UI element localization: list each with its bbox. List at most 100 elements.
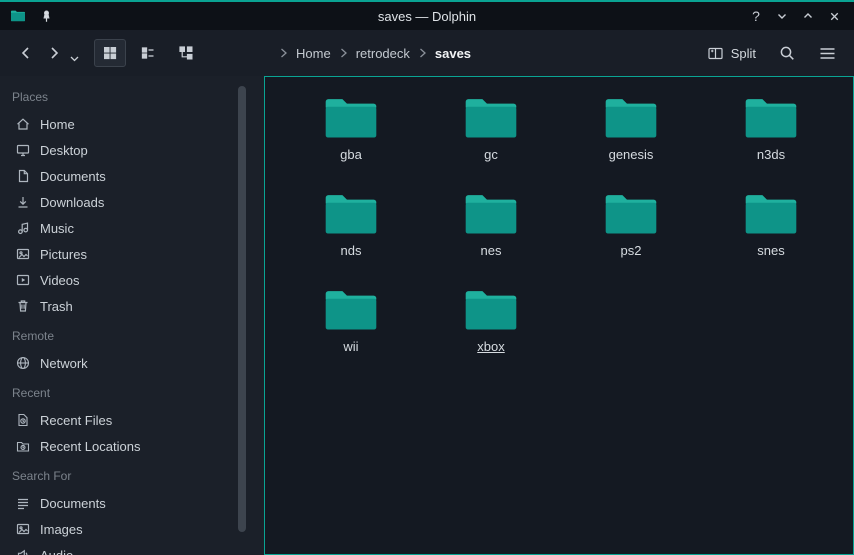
breadcrumb-item-saves[interactable]: saves <box>435 46 471 61</box>
breadcrumb: Home retrodeck saves <box>280 46 471 61</box>
breadcrumb-item-home[interactable]: Home <box>296 46 331 61</box>
desktop-icon <box>15 142 31 158</box>
sidebar-item-label: Documents <box>40 496 106 511</box>
view-mode-group <box>94 39 202 67</box>
sidebar-item-label: Pictures <box>40 247 87 262</box>
breadcrumb-separator-icon <box>280 48 287 58</box>
sidebar-item-label: Downloads <box>40 195 104 210</box>
trash-icon <box>15 298 31 314</box>
folder-item-gc[interactable]: gc <box>421 89 561 185</box>
download-icon <box>15 194 31 210</box>
places-panel: Places Home Desktop Documents Downloads … <box>0 76 238 555</box>
sidebar-item-music[interactable]: Music <box>0 215 238 241</box>
section-label-recent: Recent <box>0 376 238 407</box>
sidebar-item-label: Videos <box>40 273 80 288</box>
toolbar-right: Split <box>701 38 842 68</box>
back-button[interactable] <box>12 38 40 68</box>
sidebar-item-label: Recent Locations <box>40 439 140 454</box>
breadcrumb-item-retrodeck[interactable]: retrodeck <box>356 46 410 61</box>
sidebar-item-search-audio[interactable]: Audio <box>0 542 238 555</box>
maximize-button[interactable] <box>798 6 818 26</box>
sidebar-item-pictures[interactable]: Pictures <box>0 241 238 267</box>
sidebar-scrollbar[interactable] <box>238 76 248 555</box>
folder-icon <box>322 95 380 142</box>
sidebar-item-documents[interactable]: Documents <box>0 163 238 189</box>
sidebar-item-downloads[interactable]: Downloads <box>0 189 238 215</box>
details-view-button[interactable] <box>132 39 164 67</box>
minimize-button[interactable] <box>772 6 792 26</box>
recent-files-icon <box>15 412 31 428</box>
sidebar-item-label: Trash <box>40 299 73 314</box>
sidebar-item-label: Network <box>40 356 88 371</box>
folder-icon <box>602 191 660 238</box>
folder-icon <box>602 95 660 142</box>
video-icon <box>15 272 31 288</box>
folder-label: ps2 <box>621 243 642 258</box>
scrollbar-thumb[interactable] <box>238 86 246 532</box>
window-title: saves — Dolphin <box>0 9 854 24</box>
picture-icon <box>15 246 31 262</box>
breadcrumb-separator-icon <box>340 48 347 58</box>
folder-item-xbox[interactable]: xbox <box>421 281 561 377</box>
speaker-icon <box>15 547 31 555</box>
sidebar-item-desktop[interactable]: Desktop <box>0 137 238 163</box>
sidebar-item-label: Desktop <box>40 143 88 158</box>
folder-icon <box>322 287 380 334</box>
help-button[interactable]: ? <box>746 6 766 26</box>
toolbar: Home retrodeck saves Split <box>0 30 854 76</box>
folder-label: xbox <box>477 339 504 354</box>
forward-button[interactable] <box>40 38 68 68</box>
folder-icon <box>742 191 800 238</box>
close-button[interactable] <box>824 6 844 26</box>
split-button[interactable]: Split <box>701 38 762 68</box>
section-label-places: Places <box>0 80 238 111</box>
sidebar-item-label: Music <box>40 221 74 236</box>
icons-view-button[interactable] <box>94 39 126 67</box>
split-icon <box>707 46 724 61</box>
titlebar: saves — Dolphin ? <box>0 0 854 30</box>
folder-label: wii <box>343 339 358 354</box>
pin-icon[interactable] <box>36 6 56 26</box>
tree-view-button[interactable] <box>170 39 202 67</box>
breadcrumb-separator-icon <box>419 48 426 58</box>
help-icon: ? <box>752 8 760 24</box>
folder-label: n3ds <box>757 147 785 162</box>
sidebar-item-label: Home <box>40 117 75 132</box>
folder-label: nes <box>481 243 502 258</box>
search-icon <box>779 45 796 62</box>
image-icon <box>15 521 31 537</box>
section-label-remote: Remote <box>0 319 238 350</box>
sidebar-item-videos[interactable]: Videos <box>0 267 238 293</box>
menu-button[interactable] <box>812 38 842 68</box>
content: Places Home Desktop Documents Downloads … <box>0 76 854 555</box>
folder-item-gba[interactable]: gba <box>281 89 421 185</box>
folder-icon <box>462 95 520 142</box>
folder-item-ps2[interactable]: ps2 <box>561 185 701 281</box>
sidebar-item-recent-files[interactable]: Recent Files <box>0 407 238 433</box>
split-label: Split <box>731 46 756 61</box>
folder-item-nes[interactable]: nes <box>421 185 561 281</box>
sidebar-item-label: Documents <box>40 169 106 184</box>
search-button[interactable] <box>772 38 802 68</box>
sidebar-item-network[interactable]: Network <box>0 350 238 376</box>
folder-view[interactable]: gba gc genesis n3ds nds <box>264 76 854 555</box>
folder-label: gba <box>340 147 362 162</box>
folder-item-n3ds[interactable]: n3ds <box>701 89 841 185</box>
folder-icon <box>462 191 520 238</box>
history-dropdown-icon[interactable] <box>68 38 80 68</box>
sidebar-item-search-documents[interactable]: Documents <box>0 490 238 516</box>
sidebar-item-trash[interactable]: Trash <box>0 293 238 319</box>
home-icon <box>15 116 31 132</box>
sidebar-item-home[interactable]: Home <box>0 111 238 137</box>
sidebar-item-recent-locations[interactable]: Recent Locations <box>0 433 238 459</box>
folder-item-snes[interactable]: snes <box>701 185 841 281</box>
folder-item-wii[interactable]: wii <box>281 281 421 377</box>
window-controls: ? <box>746 6 844 26</box>
folder-item-genesis[interactable]: genesis <box>561 89 701 185</box>
folder-item-nds[interactable]: nds <box>281 185 421 281</box>
titlebar-left <box>10 6 56 26</box>
sidebar-item-search-images[interactable]: Images <box>0 516 238 542</box>
sidebar-item-label: Audio <box>40 548 73 555</box>
recent-locations-icon <box>15 438 31 454</box>
folder-label: snes <box>757 243 784 258</box>
